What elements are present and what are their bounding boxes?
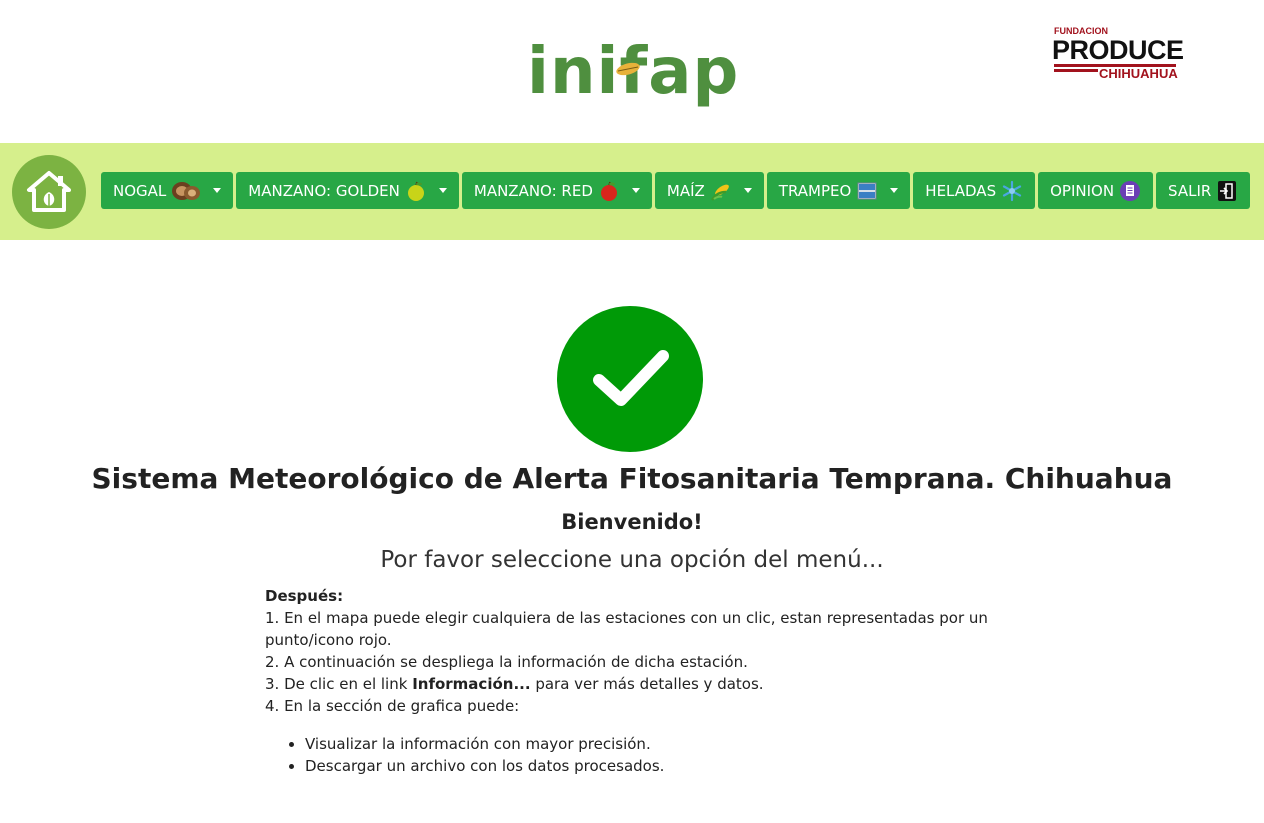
red-apple-icon xyxy=(600,181,617,201)
check-circle-icon xyxy=(557,306,703,452)
chevron-down-icon xyxy=(631,188,640,193)
nav-salir-label: SALIR xyxy=(1168,181,1212,200)
nav-trampeo-label: TRAMPEO xyxy=(778,181,852,200)
page-title: Sistema Meteorológico de Alerta Fitosani… xyxy=(91,462,1173,495)
nav-nogal-label: NOGAL xyxy=(113,181,167,200)
nav-opinion-button[interactable]: OPINION xyxy=(1038,172,1154,209)
nav-trampeo-dropdown[interactable]: TRAMPEO xyxy=(766,172,911,209)
instruction-step-3: 3. De clic en el link Información... par… xyxy=(265,673,1025,695)
inifap-logo: inifap xyxy=(527,28,739,104)
nav-manzano-red-dropdown[interactable]: MANZANO: RED xyxy=(461,172,652,209)
nav-manzano-golden-dropdown[interactable]: MANZANO: GOLDEN xyxy=(236,172,459,209)
nav-nogal-dropdown[interactable]: NOGAL xyxy=(101,172,234,209)
house-leaf-icon xyxy=(27,171,71,212)
yellow-apple-icon xyxy=(407,181,424,201)
chevron-down-icon xyxy=(213,188,222,193)
instruction-step-1: 1. En el mapa puede elegir cualquiera de… xyxy=(265,609,988,649)
page-subtitle: Por favor seleccione una opción del menú… xyxy=(380,547,884,573)
trap-icon xyxy=(857,182,877,199)
nav-salir-button[interactable]: SALIR xyxy=(1156,172,1251,209)
welcome-text: Bienvenido! xyxy=(561,510,703,534)
instruction-step-2: 2. A continuación se despliega la inform… xyxy=(265,653,748,671)
nav-opinion-label: OPINION xyxy=(1050,181,1115,200)
chevron-down-icon xyxy=(743,188,752,193)
main-navbar: NOGAL MANZANO: GOLDEN MANZANO: RED MAÍZ … xyxy=(0,143,1264,240)
informacion-link-text: Información... xyxy=(412,675,531,693)
page-header: inifap FUNDACION PRODUCE CHIHUAHUA xyxy=(0,0,1264,143)
instruction-step-3-pre: 3. De clic en el link xyxy=(265,675,413,693)
instruction-step-3-post: para ver más detalles y datos. xyxy=(530,675,764,693)
home-button[interactable] xyxy=(12,155,86,229)
nav-manzano-golden-label: MANZANO: GOLDEN xyxy=(248,181,400,200)
leaf-icon xyxy=(616,62,640,76)
fundacion-produce-logo: FUNDACION PRODUCE CHIHUAHUA xyxy=(1052,26,1184,86)
nav-maiz-dropdown[interactable]: MAÍZ xyxy=(654,172,764,209)
instruction-bullets: Visualizar la información con mayor prec… xyxy=(265,733,1025,777)
nav-heladas-label: HELADAS xyxy=(925,181,997,200)
list-item: Visualizar la información con mayor prec… xyxy=(305,733,1025,755)
instructions-block: Después: 1. En el mapa puede elegir cual… xyxy=(265,585,1025,777)
instructions-heading: Después: xyxy=(265,587,344,605)
corn-icon xyxy=(710,184,729,201)
walnut-icon xyxy=(172,181,201,200)
nav-maiz-label: MAÍZ xyxy=(666,181,705,200)
chevron-down-icon xyxy=(890,188,899,193)
chevron-down-icon xyxy=(438,188,447,193)
document-icon xyxy=(1120,180,1141,201)
logout-icon xyxy=(1218,180,1237,201)
produce-logo-rule-short xyxy=(1054,69,1098,72)
produce-logo-bottom: CHIHUAHUA xyxy=(1099,66,1178,81)
list-item: Descargar un archivo con los datos proce… xyxy=(305,755,1025,777)
produce-logo-main: PRODUCE xyxy=(1052,35,1184,65)
checkmark-icon xyxy=(593,350,669,406)
nav-manzano-red-label: MANZANO: RED xyxy=(473,181,593,200)
nav-menu: NOGAL MANZANO: GOLDEN MANZANO: RED MAÍZ … xyxy=(101,172,1251,209)
snowflake-icon xyxy=(1002,180,1022,201)
instruction-step-4: 4. En la sección de grafica puede: xyxy=(265,697,520,715)
nav-heladas-button[interactable]: HELADAS xyxy=(913,172,1036,209)
